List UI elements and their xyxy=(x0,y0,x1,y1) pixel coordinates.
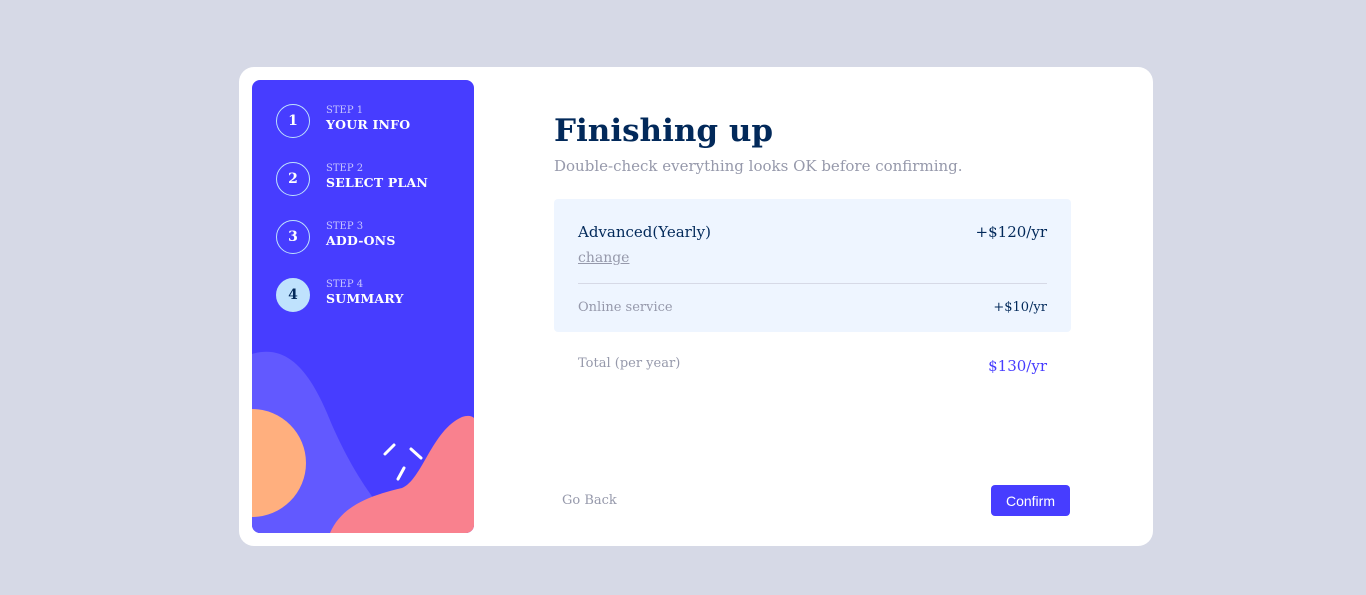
step-title: YOUR INFO xyxy=(326,117,411,132)
page-description: Double-check everything looks OK before … xyxy=(554,157,963,175)
form-card: 1 STEP 1 YOUR INFO 2 STEP 2 SELECT PLAN … xyxy=(239,67,1153,546)
page-title: Finishing up xyxy=(554,113,774,149)
step-4[interactable]: 4 STEP 4 SUMMARY xyxy=(276,278,466,312)
change-plan-link[interactable]: change xyxy=(578,249,629,267)
step-label: STEP 3 xyxy=(326,221,364,232)
step-number: 2 xyxy=(276,162,310,196)
total-label: Total (per year) xyxy=(578,356,681,371)
step-number: 1 xyxy=(276,104,310,138)
go-back-button[interactable]: Go Back xyxy=(562,492,617,509)
step-2[interactable]: 2 STEP 2 SELECT PLAN xyxy=(276,162,466,196)
plan-name: Advanced(Yearly) xyxy=(578,223,711,241)
step-number: 3 xyxy=(276,220,310,254)
plan-price: +$120/yr xyxy=(975,223,1047,241)
addon-name: Online service xyxy=(578,300,673,315)
summary-divider xyxy=(578,283,1047,284)
confirm-button[interactable]: Confirm xyxy=(991,485,1070,516)
step-1[interactable]: 1 STEP 1 YOUR INFO xyxy=(276,104,466,138)
step-label: STEP 4 xyxy=(326,279,364,290)
step-label: STEP 2 xyxy=(326,163,364,174)
sidebar: 1 STEP 1 YOUR INFO 2 STEP 2 SELECT PLAN … xyxy=(252,80,474,533)
addon-price: +$10/yr xyxy=(993,300,1047,315)
step-title: SUMMARY xyxy=(326,291,404,306)
step-title: SELECT PLAN xyxy=(326,175,428,190)
step-3[interactable]: 3 STEP 3 ADD-ONS xyxy=(276,220,466,254)
step-number: 4 xyxy=(276,278,310,312)
step-title: ADD-ONS xyxy=(326,233,396,248)
step-label: STEP 1 xyxy=(326,105,364,116)
order-summary: Advanced(Yearly) change +$120/yr Online … xyxy=(554,199,1071,332)
total-price: $130/yr xyxy=(988,357,1047,375)
